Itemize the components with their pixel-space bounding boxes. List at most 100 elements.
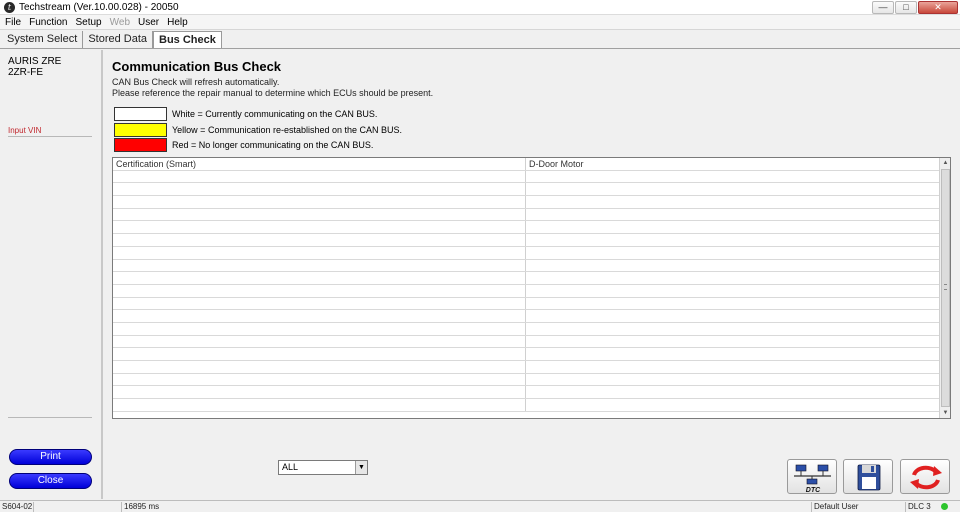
filter-select-value: ALL — [282, 462, 299, 472]
table-cell — [113, 322, 526, 335]
table-cell — [113, 348, 526, 360]
close-button[interactable]: Close — [9, 473, 92, 489]
main-panel: Communication Bus Check CAN Bus Check wi… — [104, 50, 960, 499]
print-button[interactable]: Print — [9, 449, 92, 465]
table-cell — [526, 183, 939, 195]
ecu-table: Certification (Smart) D-Door Motor ▲ ▼ — [112, 157, 951, 419]
sidebar-divider — [8, 417, 92, 418]
connection-led-icon — [941, 503, 948, 510]
table-cell — [113, 196, 526, 208]
menu-file[interactable]: File — [5, 16, 21, 29]
scroll-down-icon[interactable]: ▼ — [940, 408, 951, 418]
maximize-button[interactable]: □ — [895, 1, 917, 14]
table-row — [113, 246, 939, 260]
scroll-grip-icon — [944, 284, 947, 290]
table-cell — [526, 209, 939, 221]
table-cell — [526, 260, 939, 272]
table-row — [113, 196, 939, 209]
table-cell — [113, 272, 526, 284]
tab-stored-data[interactable]: Stored Data — [83, 31, 154, 48]
dtc-button[interactable]: DTC — [787, 459, 837, 494]
info-manual-text: Please reference the repair manual to de… — [112, 88, 434, 98]
legend-white-text: White = Currently communicating on the C… — [172, 109, 378, 119]
table-row — [113, 322, 939, 336]
refresh-timer: 16895 ms — [122, 502, 812, 512]
refresh-button[interactable] — [900, 459, 950, 494]
network-dtc-icon: DTC — [794, 464, 831, 494]
app-logo-icon: t — [4, 2, 15, 13]
table-cell — [526, 221, 939, 233]
table-row — [113, 284, 939, 298]
table-cell — [526, 298, 939, 310]
minimize-button[interactable]: — — [872, 1, 894, 14]
vin-divider — [8, 136, 92, 137]
table-cell — [113, 335, 526, 348]
window-controls: — □ ✕ — [872, 1, 958, 14]
table-cell — [526, 323, 939, 335]
table-cell — [526, 310, 939, 322]
save-button[interactable] — [843, 459, 893, 494]
chevron-down-icon[interactable]: ▼ — [355, 461, 367, 474]
table-row — [113, 310, 939, 323]
table-cell: Certification (Smart) — [113, 158, 526, 170]
table-cell — [113, 170, 526, 183]
table-row — [113, 361, 939, 374]
ecu-grid: Certification (Smart) D-Door Motor — [113, 158, 939, 418]
tab-bus-check[interactable]: Bus Check — [153, 31, 222, 48]
tab-system-select[interactable]: System Select — [2, 31, 84, 48]
floppy-disk-icon — [857, 464, 881, 491]
table-row — [113, 348, 939, 361]
table-cell — [526, 272, 939, 284]
menu-web: Web — [109, 16, 131, 28]
status-bar: S604-02 16895 ms Default User DLC 3 — [0, 500, 960, 512]
menu-function[interactable]: Function — [29, 16, 67, 29]
legend-white: White = Currently communicating on the C… — [114, 107, 377, 121]
table-cell — [113, 399, 526, 411]
dtc-label: DTC — [806, 487, 821, 494]
table-cell — [526, 196, 939, 208]
title-bar: t Techstream (Ver.10.00.028) - 20050 — □… — [0, 0, 960, 15]
table-cell — [526, 171, 939, 183]
table-cell — [113, 259, 526, 272]
table-cell — [526, 247, 939, 259]
menu-user[interactable]: User — [138, 16, 159, 29]
current-user: Default User — [812, 502, 906, 512]
status-empty-cell — [34, 502, 122, 512]
screen-code: S604-02 — [2, 502, 34, 512]
table-row — [113, 272, 939, 285]
table-row — [113, 208, 939, 222]
legend-red-text: Red = No longer communicating on the CAN… — [172, 140, 374, 150]
table-cell — [526, 361, 939, 373]
table-cell — [526, 234, 939, 246]
yellow-swatch — [114, 123, 167, 137]
legend-yellow: Yellow = Communication re-established on… — [114, 123, 402, 137]
table-row — [113, 170, 939, 184]
refresh-arrows-icon — [910, 465, 942, 490]
menu-setup[interactable]: Setup — [75, 16, 101, 29]
table-cell — [113, 386, 526, 399]
scroll-thumb[interactable] — [941, 169, 950, 407]
table-row — [113, 221, 939, 235]
table-row — [113, 297, 939, 311]
table-cell — [526, 399, 939, 411]
table-cell — [113, 246, 526, 259]
scroll-up-icon[interactable]: ▲ — [940, 158, 951, 168]
table-row — [113, 183, 939, 197]
engine-code: 2ZR-FE — [8, 67, 43, 78]
input-vin-link[interactable]: Input VIN — [8, 126, 41, 135]
vertical-scrollbar[interactable]: ▲ ▼ — [939, 158, 950, 418]
connection-type: DLC 3 — [908, 502, 931, 511]
table-cell — [113, 234, 526, 246]
table-row: Certification (Smart) D-Door Motor — [113, 158, 939, 171]
table-cell — [113, 297, 526, 310]
table-cell — [526, 374, 939, 386]
table-cell — [113, 208, 526, 221]
table-row — [113, 234, 939, 247]
red-swatch — [114, 138, 167, 152]
filter-select[interactable]: ALL ▼ — [278, 460, 368, 475]
menu-help[interactable]: Help — [167, 16, 188, 29]
table-cell — [113, 284, 526, 297]
table-cell: D-Door Motor — [529, 159, 584, 169]
legend-red: Red = No longer communicating on the CAN… — [114, 138, 373, 152]
close-window-button[interactable]: ✕ — [918, 1, 958, 14]
